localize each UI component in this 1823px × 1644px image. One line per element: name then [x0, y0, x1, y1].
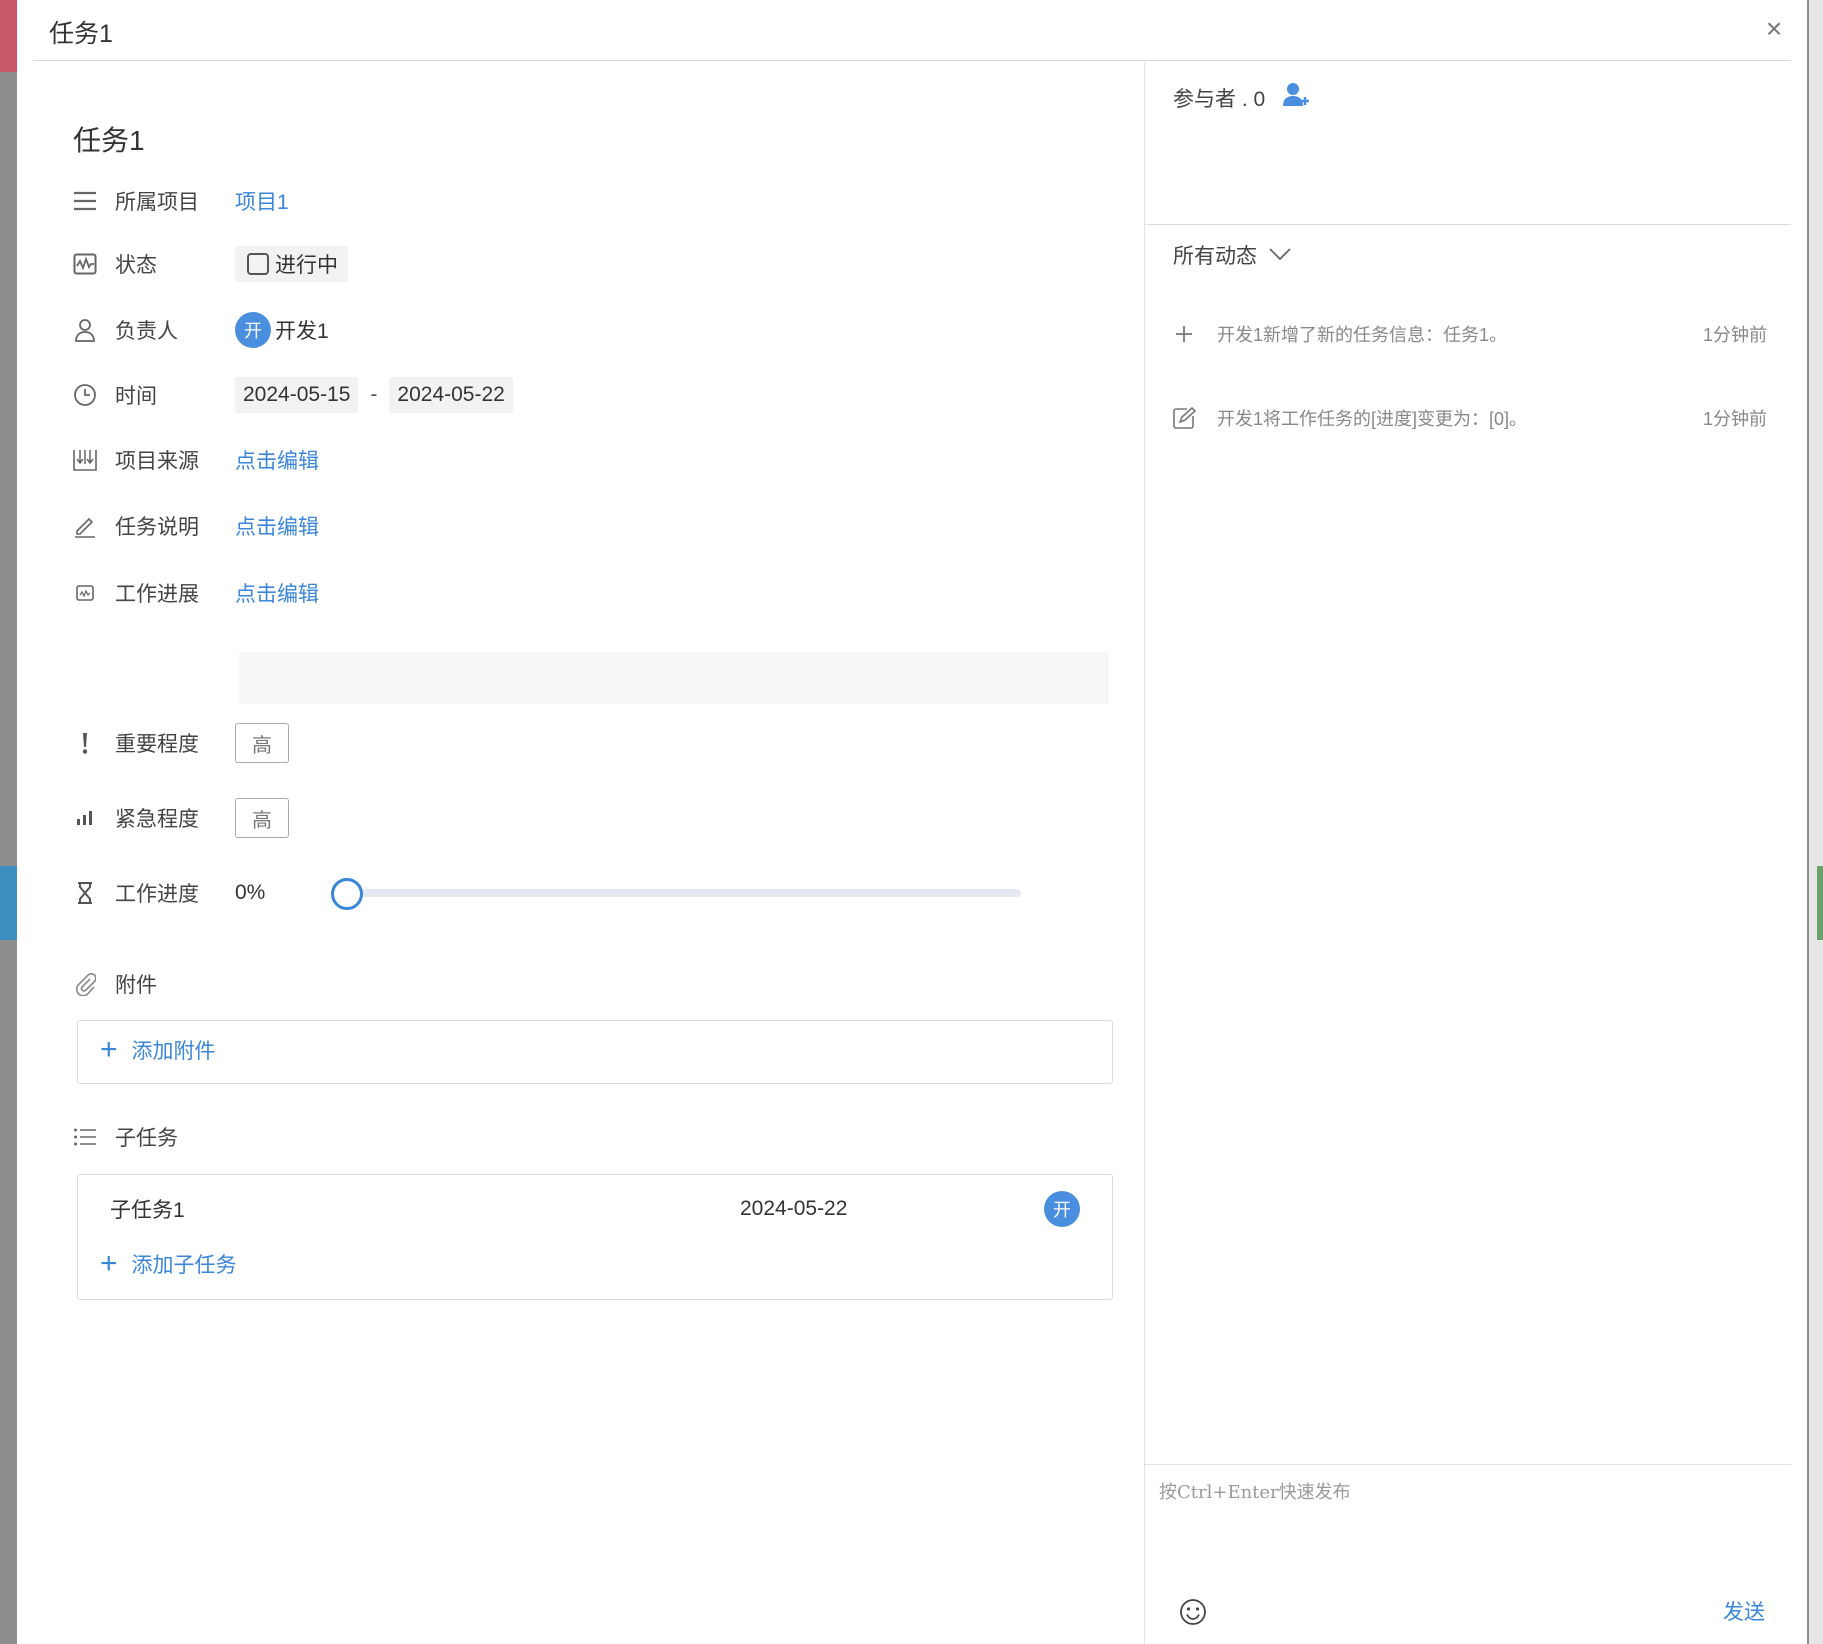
field-work-progress: 工作进度 0% — [69, 873, 265, 913]
plus-icon: + — [100, 1247, 118, 1280]
divider — [1145, 224, 1791, 225]
task-detail-panel: 任务1 所属项目 项目1 状态 进行中 负责人 开 开发1 时间 2024-05… — [17, 62, 1144, 1644]
progress-value: 0% — [235, 881, 266, 904]
chevron-down-icon — [1269, 243, 1291, 267]
pencil-icon — [69, 510, 101, 542]
field-progress-notes: 工作进展 点击编辑 — [69, 573, 319, 613]
signal-bars-icon — [69, 802, 101, 834]
comment-input[interactable] — [1159, 1472, 1777, 1592]
progress-slider-track[interactable] — [347, 889, 1021, 897]
field-label: 时间 — [115, 385, 157, 408]
edit-icon — [1169, 406, 1199, 430]
field-label: 负责人 — [115, 320, 178, 343]
activity-time: 1分钟前 — [1702, 409, 1767, 429]
field-project: 所属项目 项目1 — [69, 181, 289, 221]
project-link[interactable]: 项目1 — [235, 186, 289, 216]
progress-notes-edit-link[interactable]: 点击编辑 — [235, 578, 319, 608]
send-button[interactable]: 发送 — [1723, 1596, 1765, 1626]
activity-filter-dropdown[interactable]: 所有动态 — [1173, 240, 1291, 270]
chart-icon — [69, 577, 101, 609]
close-icon[interactable]: × — [1757, 12, 1791, 46]
section-label: 附件 — [115, 974, 157, 997]
subtasks-box: 子任务1 2024-05-22 开 + 添加子任务 — [77, 1174, 1113, 1300]
end-date[interactable]: 2024-05-22 — [389, 377, 513, 413]
activity-item: 开发1将工作任务的[进度]变更为：[0]。 1分钟前 — [1169, 398, 1767, 438]
field-label: 紧急程度 — [115, 808, 199, 831]
start-date[interactable]: 2024-05-15 — [235, 377, 359, 413]
subtask-name[interactable]: 子任务1 — [110, 1194, 740, 1224]
status-value: 进行中 — [275, 254, 338, 277]
task-dialog: 任务1 × 任务1 所属项目 项目1 状态 进行中 负责人 开 开发1 时间 2… — [17, 0, 1807, 1644]
section-attachments: 附件 — [69, 964, 235, 1004]
section-subtasks: 子任务 — [69, 1117, 235, 1157]
field-urgency: 紧急程度 高 — [69, 798, 289, 838]
field-label: 任务说明 — [115, 516, 199, 539]
plus-icon — [1169, 324, 1199, 344]
add-attachment-label: 添加附件 — [131, 1040, 216, 1063]
participants-count: 参与者 . 0 — [1173, 88, 1266, 111]
field-status: 状态 进行中 — [69, 244, 348, 284]
activity-text: 开发1新增了新的任务信息：任务1。 — [1217, 325, 1508, 345]
dialog-title: 任务1 — [49, 20, 113, 48]
hourglass-icon — [69, 877, 101, 909]
description-edit-link[interactable]: 点击编辑 — [235, 511, 319, 541]
field-label: 项目来源 — [115, 450, 199, 473]
source-edit-link[interactable]: 点击编辑 — [235, 445, 319, 475]
exclamation-icon — [69, 727, 101, 759]
emoji-icon[interactable] — [1177, 1596, 1209, 1628]
field-source: 项目来源 点击编辑 — [69, 440, 319, 480]
progress-notes-box[interactable] — [239, 652, 1109, 704]
participants-header: 参与者 . 0 — [1173, 82, 1311, 114]
status-toggle[interactable]: 进行中 — [235, 246, 348, 282]
field-label: 所属项目 — [115, 191, 199, 214]
avatar: 开 — [235, 312, 271, 348]
task-name[interactable]: 任务1 — [73, 119, 145, 159]
avatar[interactable]: 开 — [1044, 1191, 1080, 1227]
add-attachment-button[interactable]: + 添加附件 — [100, 1035, 216, 1065]
owner-name: 开发1 — [275, 320, 329, 343]
field-time: 时间 2024-05-15 - 2024-05-22 — [69, 375, 513, 415]
background-strip — [1817, 866, 1823, 940]
activity-panel: 参与者 . 0 所有动态 开发1新增了新的任务信息：任务1。 1分钟前 开发1将… — [1144, 62, 1791, 1644]
dialog-header: 任务1 × — [33, 0, 1791, 61]
field-description: 任务说明 点击编辑 — [69, 506, 319, 546]
add-user-icon[interactable] — [1283, 82, 1311, 114]
activity-item: 开发1新增了新的任务信息：任务1。 1分钟前 — [1169, 314, 1767, 354]
importance-selector[interactable]: 高 — [235, 723, 289, 763]
menu-icon — [69, 185, 101, 217]
field-label: 工作进度 — [115, 883, 199, 906]
subtask-item[interactable]: 子任务1 2024-05-22 开 — [110, 1189, 1080, 1229]
checkbox-icon — [247, 253, 269, 275]
clock-icon — [69, 379, 101, 411]
attachments-box: + 添加附件 — [77, 1020, 1113, 1084]
field-importance: 重要程度 高 — [69, 723, 289, 763]
urgency-selector[interactable]: 高 — [235, 798, 289, 838]
add-subtask-label: 添加子任务 — [131, 1254, 237, 1277]
activity-filter-label: 所有动态 — [1173, 245, 1257, 268]
paperclip-icon — [69, 968, 101, 1000]
import-icon — [69, 444, 101, 476]
field-label: 工作进展 — [115, 583, 199, 606]
date-separator: - — [370, 383, 378, 406]
field-owner: 负责人 开 开发1 — [69, 310, 329, 350]
subtask-date[interactable]: 2024-05-22 — [740, 1197, 1044, 1221]
field-label: 重要程度 — [115, 733, 199, 756]
plus-icon: + — [100, 1033, 118, 1066]
list-icon — [69, 1121, 101, 1153]
background-panel — [1809, 0, 1823, 1644]
user-icon — [69, 314, 101, 346]
add-subtask-button[interactable]: + 添加子任务 — [100, 1249, 237, 1279]
activity-time: 1分钟前 — [1702, 325, 1767, 345]
divider — [1145, 1464, 1791, 1465]
section-label: 子任务 — [115, 1127, 178, 1150]
owner-selector[interactable]: 开 开发1 — [235, 312, 329, 348]
activity-text: 开发1将工作任务的[进度]变更为：[0]。 — [1217, 409, 1528, 429]
field-label: 状态 — [115, 254, 157, 277]
progress-slider-handle[interactable] — [331, 878, 363, 910]
activity-icon — [69, 248, 101, 280]
